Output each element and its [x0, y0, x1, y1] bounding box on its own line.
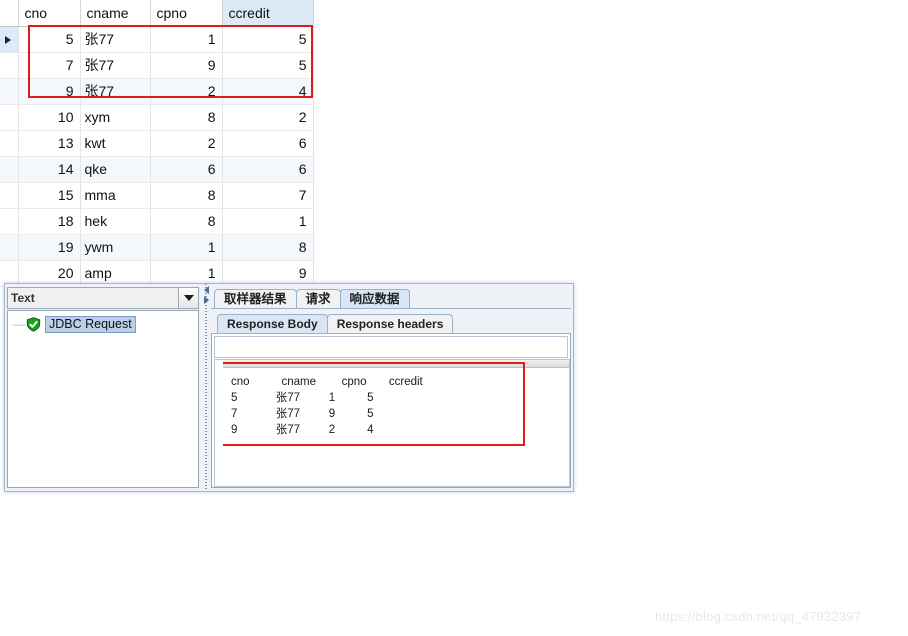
column-header-cno[interactable]: cno — [18, 0, 81, 27]
cell-ccredit[interactable]: 8 — [222, 234, 314, 261]
column-header-ccredit[interactable]: ccredit — [222, 0, 314, 27]
response-scroll-area: cno cname cpno ccredit 5 张77 1 5 7 张77 9… — [214, 359, 570, 487]
green-shield-check-icon — [26, 316, 41, 332]
response-vertical-scrollbar[interactable] — [214, 359, 223, 487]
cell-ccredit[interactable]: 6 — [222, 130, 314, 157]
table-row[interactable]: 9 张77 2 4 — [0, 78, 314, 105]
table-row[interactable]: 15 mma 8 7 — [0, 182, 314, 209]
table-row[interactable]: 18 hek 8 1 — [0, 208, 314, 235]
sampler-result-tree[interactable]: — JDBC Request — [7, 310, 199, 488]
tree-node-jdbc-request[interactable]: — JDBC Request — [12, 315, 198, 333]
cell-cname[interactable]: mma — [80, 182, 151, 209]
cell-ccredit[interactable]: 5 — [222, 52, 314, 79]
table-row[interactable]: 5 张77 1 5 — [0, 26, 314, 53]
tab-response-body[interactable]: Response Body — [217, 314, 328, 333]
cell-cno[interactable]: 14 — [18, 156, 81, 183]
current-row-marker-icon — [4, 36, 11, 45]
cell-cpno[interactable]: 9 — [150, 52, 223, 79]
row-gutter-header — [0, 0, 19, 27]
results-table: cno cname cpno ccredit 5 张77 1 5 7 张77 9… — [0, 0, 314, 287]
view-format-value[interactable]: Text — [7, 287, 178, 309]
pane-splitter[interactable] — [201, 284, 211, 491]
response-search-input[interactable] — [214, 336, 568, 358]
cell-ccredit[interactable]: 1 — [222, 208, 314, 235]
cell-cpno[interactable]: 2 — [150, 130, 223, 157]
cell-cname[interactable]: qke — [80, 156, 151, 183]
cell-cno[interactable]: 10 — [18, 104, 81, 131]
triangle-left-icon[interactable] — [203, 286, 209, 294]
tab-response-data[interactable]: 响应数据 — [339, 289, 410, 308]
splitter-buttons[interactable] — [202, 286, 210, 306]
column-header-cname[interactable]: cname — [80, 0, 151, 27]
cell-cpno[interactable]: 2 — [150, 78, 223, 105]
chevron-down-icon — [183, 295, 194, 301]
row-gutter-current[interactable] — [0, 26, 19, 53]
tree-node-label[interactable]: JDBC Request — [45, 315, 136, 333]
row-gutter[interactable] — [0, 52, 19, 79]
cell-ccredit[interactable]: 6 — [222, 156, 314, 183]
cell-cname[interactable]: ywm — [80, 234, 151, 261]
row-gutter[interactable] — [0, 208, 19, 235]
results-table-body: 5 张77 1 5 7 张77 9 5 9 张77 2 4 10 xym 8 2… — [0, 26, 314, 287]
cell-cname[interactable]: hek — [80, 208, 151, 235]
response-body-viewer[interactable]: cno cname cpno ccredit 5 张77 1 5 7 张77 9… — [223, 359, 570, 487]
tree-expander-icon[interactable]: — — [12, 318, 26, 330]
row-gutter[interactable] — [0, 156, 19, 183]
database-results-grid[interactable]: cno cname cpno ccredit 5 张77 1 5 7 张77 9… — [0, 0, 314, 287]
cell-cname[interactable]: 张77 — [80, 26, 151, 53]
cell-ccredit[interactable]: 5 — [222, 26, 314, 53]
main-tabstrip: 取样器结果 请求 响应数据 — [211, 286, 571, 309]
cell-cno[interactable]: 13 — [18, 130, 81, 157]
response-content-container: cno cname cpno ccredit 5 张77 1 5 7 张77 9… — [211, 334, 571, 488]
cell-cno[interactable]: 9 — [18, 78, 81, 105]
cell-cname[interactable]: 张77 — [80, 78, 151, 105]
row-gutter[interactable] — [0, 130, 19, 157]
row-gutter[interactable] — [0, 78, 19, 105]
column-header-cpno[interactable]: cpno — [150, 0, 223, 27]
jmeter-results-window: Text — JDBC Request 取样器结果 请求 响应数据 Respon… — [4, 283, 574, 492]
cell-cname[interactable]: xym — [80, 104, 151, 131]
cell-cpno[interactable]: 8 — [150, 182, 223, 209]
tab-sampler-result[interactable]: 取样器结果 — [214, 289, 297, 308]
table-header-row: cno cname cpno ccredit — [0, 0, 314, 27]
cell-ccredit[interactable]: 2 — [222, 104, 314, 131]
watermark-text: https://blog.csdn.net/qq_47932397 — [655, 609, 862, 624]
row-gutter[interactable] — [0, 104, 19, 131]
cell-cname[interactable]: kwt — [80, 130, 151, 157]
response-body-text: cno cname cpno ccredit 5 张77 1 5 7 张77 9… — [231, 376, 423, 436]
cell-cno[interactable]: 18 — [18, 208, 81, 235]
table-row[interactable]: 10 xym 8 2 — [0, 104, 314, 131]
tab-response-headers[interactable]: Response headers — [326, 314, 454, 333]
response-horizontal-scrollbar[interactable] — [223, 360, 569, 368]
response-sub-tabstrip: Response Body Response headers — [211, 311, 571, 334]
cell-cno[interactable]: 19 — [18, 234, 81, 261]
table-row[interactable]: 19 ywm 1 8 — [0, 234, 314, 261]
table-row[interactable]: 7 张77 9 5 — [0, 52, 314, 79]
cell-ccredit[interactable]: 4 — [222, 78, 314, 105]
table-row[interactable]: 14 qke 6 6 — [0, 156, 314, 183]
view-format-selector[interactable]: Text — [7, 287, 199, 309]
cell-cpno[interactable]: 8 — [150, 104, 223, 131]
table-row[interactable]: 13 kwt 2 6 — [0, 130, 314, 157]
cell-cpno[interactable]: 6 — [150, 156, 223, 183]
cell-cpno[interactable]: 1 — [150, 26, 223, 53]
triangle-right-icon[interactable] — [203, 296, 209, 304]
row-gutter[interactable] — [0, 234, 19, 261]
cell-cname[interactable]: 张77 — [80, 52, 151, 79]
cell-cno[interactable]: 5 — [18, 26, 81, 53]
cell-ccredit[interactable]: 7 — [222, 182, 314, 209]
cell-cno[interactable]: 15 — [18, 182, 81, 209]
view-format-dropdown-button[interactable] — [178, 287, 199, 309]
tab-request[interactable]: 请求 — [295, 289, 341, 308]
cell-cpno[interactable]: 1 — [150, 234, 223, 261]
row-gutter[interactable] — [0, 182, 19, 209]
cell-cpno[interactable]: 8 — [150, 208, 223, 235]
jmeter-left-pane: Text — JDBC Request — [5, 284, 201, 491]
jmeter-right-pane: 取样器结果 请求 响应数据 Response Body Response hea… — [211, 284, 573, 491]
cell-cno[interactable]: 7 — [18, 52, 81, 79]
